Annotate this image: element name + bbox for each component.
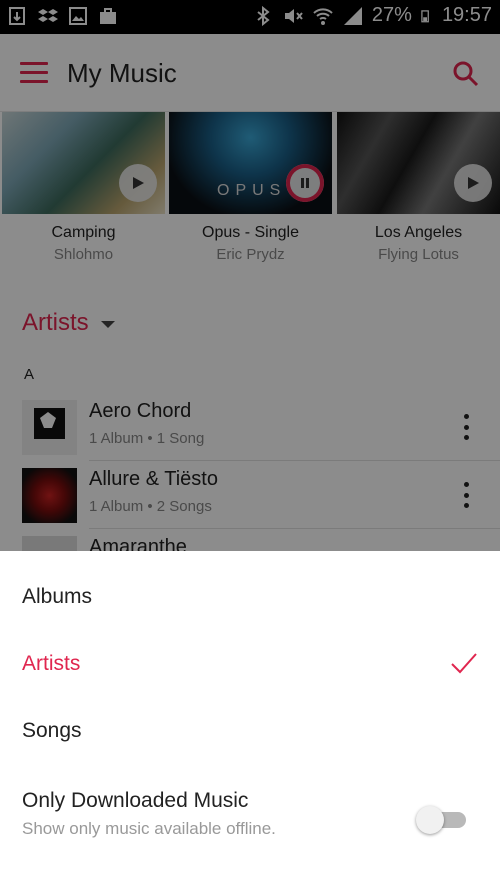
option-artists[interactable]: Artists bbox=[22, 652, 80, 676]
downloaded-only-toggle[interactable] bbox=[416, 806, 470, 834]
downloaded-only-description: Show only music available offline. bbox=[22, 819, 276, 838]
dim-overlay[interactable] bbox=[0, 0, 500, 551]
toggle-knob bbox=[416, 806, 444, 834]
option-albums[interactable]: Albums bbox=[22, 585, 92, 609]
downloaded-only-label: Only Downloaded Music bbox=[22, 789, 249, 812]
view-options-sheet: Albums Artists Songs Only Downloaded Mus… bbox=[0, 551, 500, 889]
option-songs[interactable]: Songs bbox=[22, 719, 82, 743]
checkmark-icon bbox=[451, 653, 477, 674]
